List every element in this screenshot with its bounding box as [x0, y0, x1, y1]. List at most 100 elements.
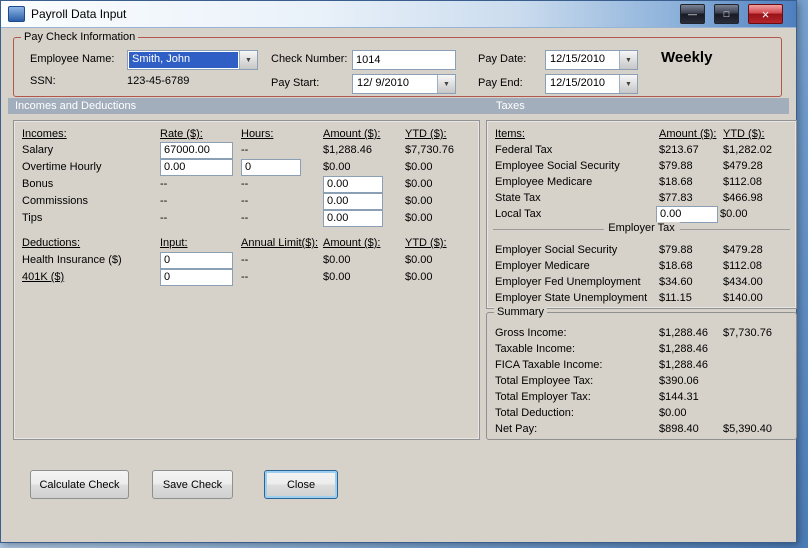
summary-ytd: $7,730.76 — [723, 327, 772, 339]
summary-group: Summary Gross Income: $1,288.46 $7,730.7… — [486, 306, 797, 440]
dropdown-arrow-icon[interactable]: ▼ — [619, 75, 637, 93]
summary-label: Taxable Income: — [495, 343, 576, 355]
pay-end-label: Pay End: — [478, 77, 523, 89]
close-dialog-button[interactable]: Close — [264, 470, 338, 499]
health-insurance-input[interactable] — [160, 251, 233, 269]
summary-label: Total Deduction: — [495, 407, 574, 419]
ytd-header: YTD ($): — [405, 128, 447, 140]
tax-label: Employee Social Security — [495, 160, 620, 172]
overtime-rate-input[interactable] — [160, 158, 233, 176]
income-rate: -- — [160, 178, 168, 190]
pay-date-select[interactable]: 12/15/2010 ▼ — [545, 50, 638, 70]
pay-start-value: 12/ 9/2010 — [357, 77, 409, 89]
income-label: Overtime Hourly — [22, 161, 102, 173]
income-ytd: $0.00 — [405, 195, 433, 207]
incomes-deductions-panel: Incomes: Rate ($): Hours: Amount ($): YT… — [13, 120, 480, 440]
deduction-row-health-insurance: Health Insurance ($) -- $0.00 $0.00 — [22, 251, 477, 269]
amount-header: Amount ($): — [659, 128, 717, 140]
input-header: Input: — [160, 237, 188, 249]
deduction-401k-link[interactable]: 401K ($) — [22, 271, 160, 283]
tips-amount-input[interactable] — [323, 209, 383, 227]
tax-ytd: $434.00 — [723, 276, 763, 288]
dropdown-arrow-icon[interactable]: ▼ — [239, 51, 257, 69]
pay-end-select[interactable]: 12/15/2010 ▼ — [545, 74, 638, 94]
close-button[interactable]: × — [748, 4, 783, 24]
deduction-annual-limit: -- — [241, 271, 249, 283]
dropdown-arrow-icon[interactable]: ▼ — [619, 51, 637, 69]
tax-ytd: $140.00 — [723, 292, 763, 304]
income-amount: $1,288.46 — [323, 144, 372, 156]
summary-label: Gross Income: — [495, 327, 567, 339]
amount-header: Amount ($): — [323, 128, 381, 140]
summary-amount: $144.31 — [659, 391, 699, 403]
bonus-amount-input[interactable] — [323, 175, 383, 193]
tax-row-employer-state-unemployment: Employer State Unemployment $11.15 $140.… — [495, 289, 794, 307]
income-label: Commissions — [22, 195, 89, 207]
minimize-button[interactable]: — — [680, 4, 705, 24]
commissions-amount-input[interactable] — [323, 192, 383, 210]
ssn-value: 123-45-6789 — [127, 75, 190, 87]
salary-rate-input[interactable] — [160, 141, 233, 159]
income-row-overtime: Overtime Hourly $0.00 $0.00 — [22, 158, 477, 176]
payroll-window: Payroll Data Input — □ × Pay Check Infor… — [0, 0, 797, 543]
pay-date-label: Pay Date: — [478, 53, 527, 65]
ytd-header: YTD ($): — [723, 128, 765, 140]
tax-amount: $18.68 — [659, 260, 693, 272]
summary-group-label: Summary — [494, 306, 548, 319]
maximize-button[interactable]: □ — [714, 4, 739, 24]
tax-label: Employer State Unemployment — [495, 292, 648, 304]
section-header-bar: Incomes and Deductions Taxes — [8, 98, 789, 114]
tax-amount: $34.60 — [659, 276, 693, 288]
calculate-check-button[interactable]: Calculate Check — [30, 470, 129, 499]
tax-label: Employee Medicare — [495, 176, 593, 188]
summary-amount: $1,288.46 — [659, 343, 708, 355]
deduction-annual-limit: -- — [241, 254, 249, 266]
window-controls: — □ × — [680, 4, 783, 24]
tax-label: Employer Fed Unemployment — [495, 276, 641, 288]
local-tax-input[interactable] — [656, 205, 718, 223]
overtime-hours-input[interactable] — [241, 158, 301, 176]
summary-row-net-pay: Net Pay: $898.40 $5,390.40 — [495, 420, 794, 438]
save-check-button[interactable]: Save Check — [152, 470, 233, 499]
items-header: Items: — [495, 128, 525, 140]
income-ytd: $0.00 — [405, 212, 433, 224]
employer-tax-section-label: Employer Tax — [603, 222, 680, 234]
income-amount: $0.00 — [323, 161, 351, 173]
tax-amount: $213.67 — [659, 144, 699, 156]
tax-label: Federal Tax — [495, 144, 553, 156]
pay-start-label: Pay Start: — [271, 77, 320, 89]
tax-ytd: $112.08 — [723, 176, 762, 188]
pay-date-value: 12/15/2010 — [550, 53, 606, 65]
income-hours: -- — [241, 178, 249, 190]
titlebar[interactable]: Payroll Data Input — □ × — [1, 1, 796, 28]
income-label: Tips — [22, 212, 43, 224]
tax-ytd: $0.00 — [720, 208, 748, 220]
ytd-header: YTD ($): — [405, 237, 447, 249]
summary-amount: $390.06 — [659, 375, 699, 387]
tax-label: Employer Social Security — [495, 244, 618, 256]
income-hours: -- — [241, 144, 249, 156]
tax-amount: $11.15 — [659, 292, 692, 304]
income-hours: -- — [241, 195, 249, 207]
deduction-ytd: $0.00 — [405, 271, 433, 283]
tax-label: Local Tax — [495, 208, 542, 220]
tax-amount: $79.88 — [659, 160, 693, 172]
income-ytd: $7,730.76 — [405, 144, 454, 156]
incomes-header: Incomes: — [22, 128, 67, 140]
tax-ytd: $479.28 — [723, 160, 763, 172]
deduction-ytd: $0.00 — [405, 254, 433, 266]
pay-start-select[interactable]: 12/ 9/2010 ▼ — [352, 74, 456, 94]
check-number-input[interactable] — [352, 50, 456, 70]
tax-ytd: $466.98 — [723, 192, 763, 204]
window-title: Payroll Data Input — [31, 7, 127, 21]
deduction-row-401k: 401K ($) -- $0.00 $0.00 — [22, 268, 477, 286]
income-ytd: $0.00 — [405, 178, 433, 190]
income-row-bonus: Bonus -- -- $0.00 — [22, 175, 477, 193]
401k-input[interactable] — [160, 268, 233, 286]
employee-name-select[interactable]: Smith, John ▼ — [127, 50, 258, 70]
paycheck-info-group: Pay Check Information Employee Name: Smi… — [13, 31, 782, 97]
tax-ytd: $1,282.02 — [723, 144, 772, 156]
deductions-header-row: Deductions: Input: Annual Limit($): Amou… — [22, 234, 477, 252]
paycheck-info-group-label: Pay Check Information — [21, 31, 139, 44]
dropdown-arrow-icon[interactable]: ▼ — [437, 75, 455, 93]
